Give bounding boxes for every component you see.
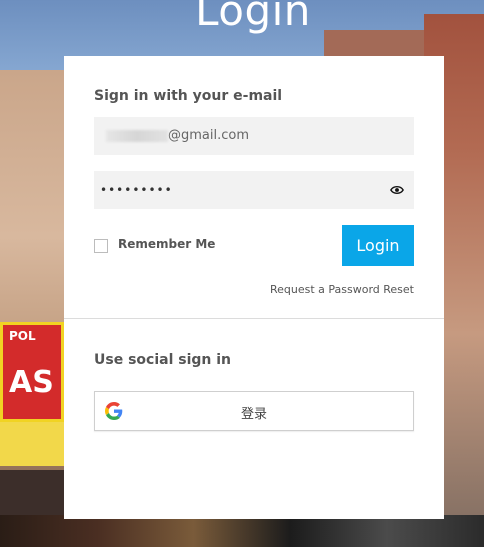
google-signin-label: 登录 [240,407,267,422]
password-value: ••••••••• [100,183,173,197]
email-field[interactable]: @gmail.com [94,117,414,155]
social-heading: Use social sign in [94,352,231,368]
email-redaction [106,130,168,142]
password-field[interactable]: ••••••••• [94,171,414,209]
signin-heading: Sign in with your e-mail [94,88,283,104]
google-signin-button[interactable]: 登录 [94,391,414,431]
section-divider [64,318,444,319]
password-reset-link[interactable]: Request a Password Reset [270,283,414,296]
eye-icon[interactable] [390,184,404,196]
login-card: Sign in with your e-mail @gmail.com ••••… [64,56,444,519]
remember-me-label[interactable]: Remember Me [118,237,215,251]
email-value: @gmail.com [168,128,250,143]
page-title: Login [195,0,311,35]
login-button[interactable]: Login [342,225,414,266]
remember-me-checkbox[interactable] [94,239,108,253]
